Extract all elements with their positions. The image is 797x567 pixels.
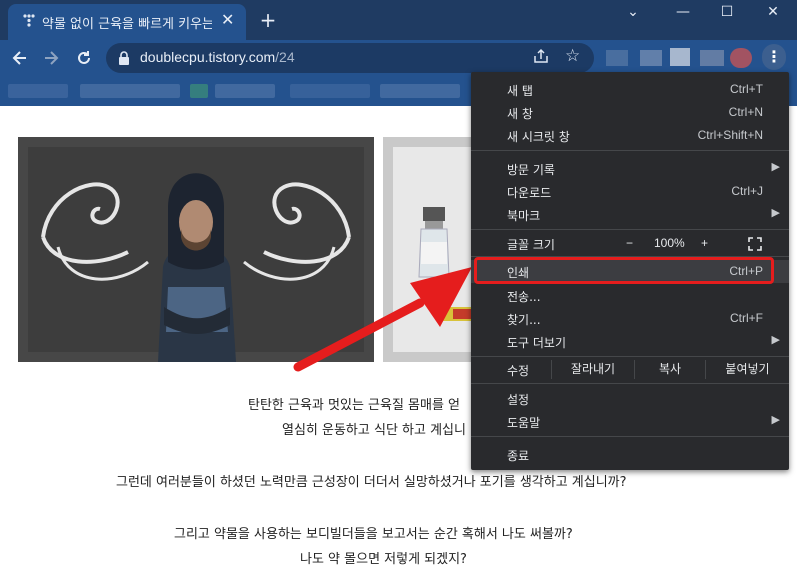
menu-shortcut: Ctrl+T	[730, 82, 763, 96]
lock-icon[interactable]	[118, 50, 130, 65]
menu-edit-row: 수정 잘라내기 복사 붙여넣기	[471, 358, 789, 381]
browser-tab[interactable]: 약물 없이 근육을 빠르게 키우는 ✕	[8, 4, 246, 40]
maximize-button[interactable]: ☐	[705, 0, 749, 28]
menu-item-bookmarks[interactable]: 북마크 ▶	[471, 203, 789, 226]
reload-icon[interactable]	[71, 45, 97, 71]
article-line: 탄탄한 근육과 멋있는 근육질 몸매를 얻	[248, 398, 461, 413]
menu-label: 수정	[507, 364, 530, 378]
menu-label: 새 창	[507, 107, 533, 121]
zoom-out-button[interactable]: −	[626, 236, 633, 250]
bookmark-star-icon[interactable]: ☆	[565, 46, 580, 66]
tab-search-icon[interactable]: ⌄	[611, 0, 655, 28]
url-path: /24	[275, 49, 295, 65]
menu-item-history[interactable]: 방문 기록 ▶	[471, 157, 789, 180]
menu-label: 북마크	[507, 209, 541, 223]
cut-button[interactable]: 잘라내기	[552, 358, 634, 381]
menu-item-new-tab[interactable]: 새 탭 Ctrl+T	[471, 78, 789, 101]
submenu-arrow-icon: ▶	[771, 413, 780, 426]
menu-shortcut: Ctrl+Shift+N	[697, 128, 763, 142]
menu-label: 글꼴 크기	[507, 238, 555, 252]
menu-label: 방문 기록	[507, 163, 555, 177]
share-icon[interactable]	[533, 48, 549, 68]
bookmark-item[interactable]	[215, 84, 275, 98]
chrome-menu-button[interactable]: ⋮	[762, 44, 786, 70]
menu-label: 전송...	[507, 290, 541, 304]
menu-item-incognito[interactable]: 새 시크릿 창 Ctrl+Shift+N	[471, 124, 789, 147]
copy-button[interactable]: 복사	[635, 358, 705, 381]
article-line: 그런데 여러분들이 하셨던 노력만큼 근성장이 더더서 실망하셨거나 포기를 생…	[116, 475, 627, 490]
menu-divider	[471, 436, 789, 437]
menu-item-cast[interactable]: 전송...	[471, 284, 789, 307]
bookmark-item[interactable]	[380, 84, 460, 98]
menu-item-more-tools[interactable]: 도구 더보기 ▶	[471, 330, 789, 353]
tab-title: 약물 없이 근육을 빠르게 키우는	[42, 17, 212, 32]
menu-label: 설정	[507, 393, 530, 407]
menu-label: 새 시크릿 창	[507, 130, 570, 144]
annotation-arrow-icon	[293, 267, 472, 372]
bookmark-item[interactable]	[190, 84, 208, 98]
menu-label: 찾기...	[507, 313, 541, 327]
menu-item-downloads[interactable]: 다운로드 Ctrl+J	[471, 180, 789, 203]
back-icon[interactable]	[7, 45, 33, 71]
menu-divider	[471, 383, 789, 384]
new-tab-button[interactable]: +	[256, 8, 280, 32]
menu-divider	[471, 229, 789, 230]
fullscreen-icon[interactable]	[748, 237, 762, 254]
menu-label: 다운로드	[507, 186, 552, 200]
menu-shortcut: Ctrl+F	[730, 311, 763, 325]
menu-label: 도움말	[507, 416, 541, 430]
menu-shortcut: Ctrl+J	[731, 184, 763, 198]
menu-divider	[471, 356, 789, 357]
extensions-area[interactable]	[606, 48, 756, 68]
menu-item-new-window[interactable]: 새 창 Ctrl+N	[471, 101, 789, 124]
article-line: 그리고 약물을 사용하는 보디빌더들을 보고서는 순간 혹해서 나도 써볼까?	[174, 527, 573, 542]
close-window-button[interactable]: ✕	[751, 0, 795, 28]
menu-divider	[471, 150, 789, 151]
menu-label: 새 탭	[507, 84, 533, 98]
submenu-arrow-icon: ▶	[771, 160, 780, 173]
url-text[interactable]: doublecpu.tistory.com/24	[140, 49, 295, 65]
zoom-level: 100%	[654, 236, 685, 250]
bookmark-item[interactable]	[80, 84, 180, 98]
bookmark-item[interactable]	[8, 84, 68, 98]
menu-item-exit[interactable]: 종료	[471, 443, 789, 466]
minimize-button[interactable]: —	[661, 0, 705, 28]
submenu-arrow-icon: ▶	[771, 333, 780, 346]
bookmark-item[interactable]	[290, 84, 370, 98]
paste-button[interactable]: 붙여넣기	[706, 358, 789, 381]
menu-item-settings[interactable]: 설정	[471, 387, 789, 410]
tab-close-icon[interactable]: ✕	[221, 11, 234, 29]
menu-label: 종료	[507, 449, 530, 463]
menu-edit-label: 수정	[471, 358, 551, 381]
forward-icon[interactable]	[38, 45, 64, 71]
menu-item-find[interactable]: 찾기... Ctrl+F	[471, 307, 789, 330]
url-host: doublecpu.tistory.com	[140, 49, 276, 65]
tistory-favicon-icon	[22, 13, 36, 27]
article-line: 열심히 운동하고 식단 하고 계십니	[282, 423, 466, 438]
print-highlight-box	[474, 257, 774, 284]
menu-item-zoom: 글꼴 크기 − 100% +	[471, 232, 789, 255]
menu-label: 도구 더보기	[507, 336, 567, 350]
submenu-arrow-icon: ▶	[771, 206, 780, 219]
zoom-in-button[interactable]: +	[701, 236, 708, 250]
menu-shortcut: Ctrl+N	[728, 105, 763, 119]
menu-item-help[interactable]: 도움말 ▶	[471, 410, 789, 433]
